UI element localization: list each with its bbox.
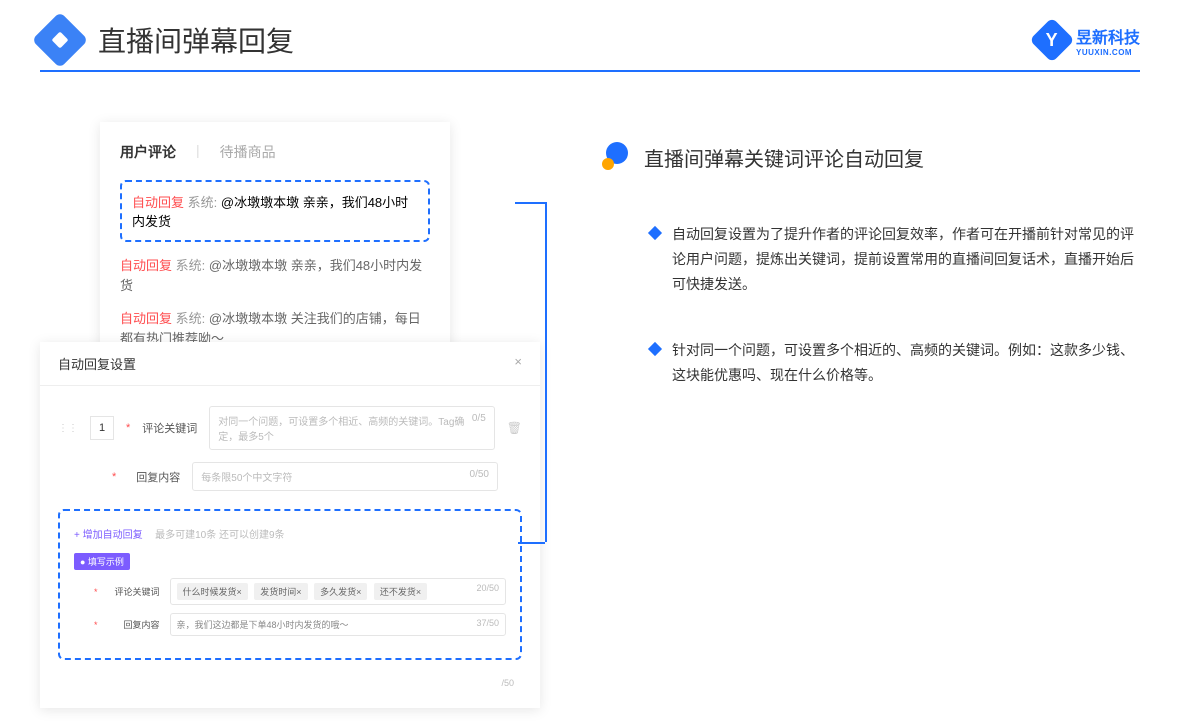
settings-card: 自动回复设置 × ⋮⋮ 1 * 评论关键词 对同一个问题，可设置多个相近、高频的… — [40, 342, 540, 708]
bullet-item: 自动回复设置为了提升作者的评论回复效率，作者可在开播前针对常见的评论用户问题，提… — [600, 222, 1140, 298]
ex-content-input[interactable]: 亲，我们这边都是下单48小时内发货的哦～ 37/50 — [170, 613, 506, 636]
ex-keyword-label: 评论关键词 — [108, 585, 160, 598]
add-auto-reply-link[interactable]: + 增加自动回复 — [74, 530, 143, 541]
delete-icon[interactable]: 🗑 — [507, 421, 522, 435]
tag-chip[interactable]: 多久发货× — [314, 583, 367, 600]
drag-icon[interactable]: ⋮⋮ — [58, 423, 78, 434]
brand-logo: Y 昱新科技 YUUXIN.COM — [1036, 24, 1140, 57]
settings-title: 自动回复设置 — [58, 354, 136, 373]
tag-chip[interactable]: 还不发货× — [374, 583, 427, 600]
info-title: 直播间弹幕关键词评论自动回复 — [644, 143, 924, 172]
comment-row: 自动回复 系统: @冰墩墩本墩 亲亲，我们48小时内发货 — [120, 256, 430, 295]
header-divider — [40, 70, 1140, 72]
ex-keyword-input[interactable]: 什么时候发货× 发货时间× 多久发货× 还不发货× 20/50 — [170, 578, 506, 605]
bubble-icon — [600, 142, 630, 172]
example-badge: ● 填写示例 — [74, 553, 130, 570]
index-box: 1 — [90, 416, 114, 440]
keyword-label: 评论关键词 — [142, 420, 197, 436]
highlighted-comment: 自动回复 系统: @冰墩墩本墩 亲亲，我们48小时内发货 — [120, 180, 430, 242]
tab-divider: | — [196, 142, 200, 162]
close-icon[interactable]: × — [514, 354, 522, 373]
cube-icon — [32, 12, 89, 69]
tag-chip[interactable]: 什么时候发货× — [177, 583, 248, 600]
diamond-icon — [648, 226, 662, 240]
ex-content-label: 回复内容 — [108, 618, 160, 631]
tab-user-comments[interactable]: 用户评论 — [120, 142, 176, 162]
add-hint: 最多可建10条 还可以创建9条 — [155, 530, 284, 541]
outer-counter: /50 — [40, 678, 540, 688]
diamond-icon — [648, 341, 662, 355]
tag-chip[interactable]: 发货时间× — [254, 583, 307, 600]
content-input[interactable]: 每条限50个中文字符 0/50 — [192, 462, 498, 491]
page-title: 直播间弹幕回复 — [98, 20, 294, 60]
tab-pending-products[interactable]: 待播商品 — [220, 142, 276, 162]
bullet-item: 针对同一个问题，可设置多个相近的、高频的关键词。例如：这款多少钱、这块能优惠吗、… — [600, 338, 1140, 388]
content-label: 回复内容 — [128, 469, 180, 485]
keyword-input[interactable]: 对同一个问题，可设置多个相近、高频的关键词。Tag确定，最多5个 0/5 — [209, 406, 494, 450]
example-area: + 增加自动回复 最多可建10条 还可以创建9条 ● 填写示例 * 评论关键词 … — [58, 509, 522, 660]
